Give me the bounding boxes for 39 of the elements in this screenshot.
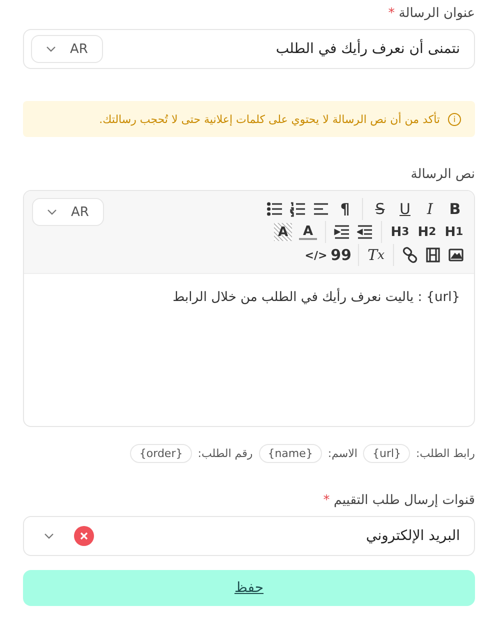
variable-chip[interactable]: {url} [363,444,410,463]
underline-button[interactable]: U [396,200,414,218]
highlight-button[interactable]: A [274,223,292,241]
variable-label: رقم الطلب: [198,447,253,460]
italic-button[interactable]: I [421,200,439,218]
info-icon: i [448,112,461,126]
chevron-down-icon [44,533,54,539]
required-mark: * [388,6,395,21]
message-text[interactable]: {url} : ياليت نعرف رأيك في الطلب من خلال الرابط [24,274,474,426]
outdent-icon[interactable] [357,224,373,240]
text-color-button[interactable]: A [299,224,317,240]
align-icon[interactable] [313,201,329,217]
code-button[interactable]: </> [307,246,325,264]
chevron-down-icon [47,209,57,215]
clear-icon[interactable] [74,526,94,546]
chevron-down-icon [46,46,56,52]
field-label: نص الرسالة [410,167,475,182]
indent-icon[interactable] [334,224,350,240]
required-mark: * [323,493,330,508]
language-select[interactable]: AR [31,35,103,63]
channels-select[interactable]: البريد الإلكتروني [23,516,475,556]
quote-button[interactable]: 99 [332,246,350,264]
strike-button[interactable]: S [371,200,389,218]
variable-chip[interactable]: {name} [258,444,322,463]
bullet-list-icon[interactable] [267,201,283,217]
variable-chip[interactable]: {order} [130,444,192,463]
link-icon[interactable] [402,247,418,263]
paragraph-button[interactable]: ¶ [336,200,354,218]
video-icon[interactable] [425,247,441,263]
field-label: قنوات إرسال طلب التقييم [334,493,475,508]
image-icon[interactable] [448,247,464,263]
variable-label: الاسم: [328,447,358,460]
language-select[interactable]: AR [32,198,104,226]
numbered-list-icon[interactable] [290,201,306,217]
variable-label: رابط الطلب: [416,447,475,460]
warning-text: تأكد من أن نص الرسالة لا يحتوي على كلمات إعلانية حتى لا تُحجب رسالتك. [99,112,440,126]
save-button[interactable]: حفظ [23,570,475,606]
field-label: عنوان الرسالة [398,6,475,21]
bold-button[interactable]: B [446,200,464,218]
